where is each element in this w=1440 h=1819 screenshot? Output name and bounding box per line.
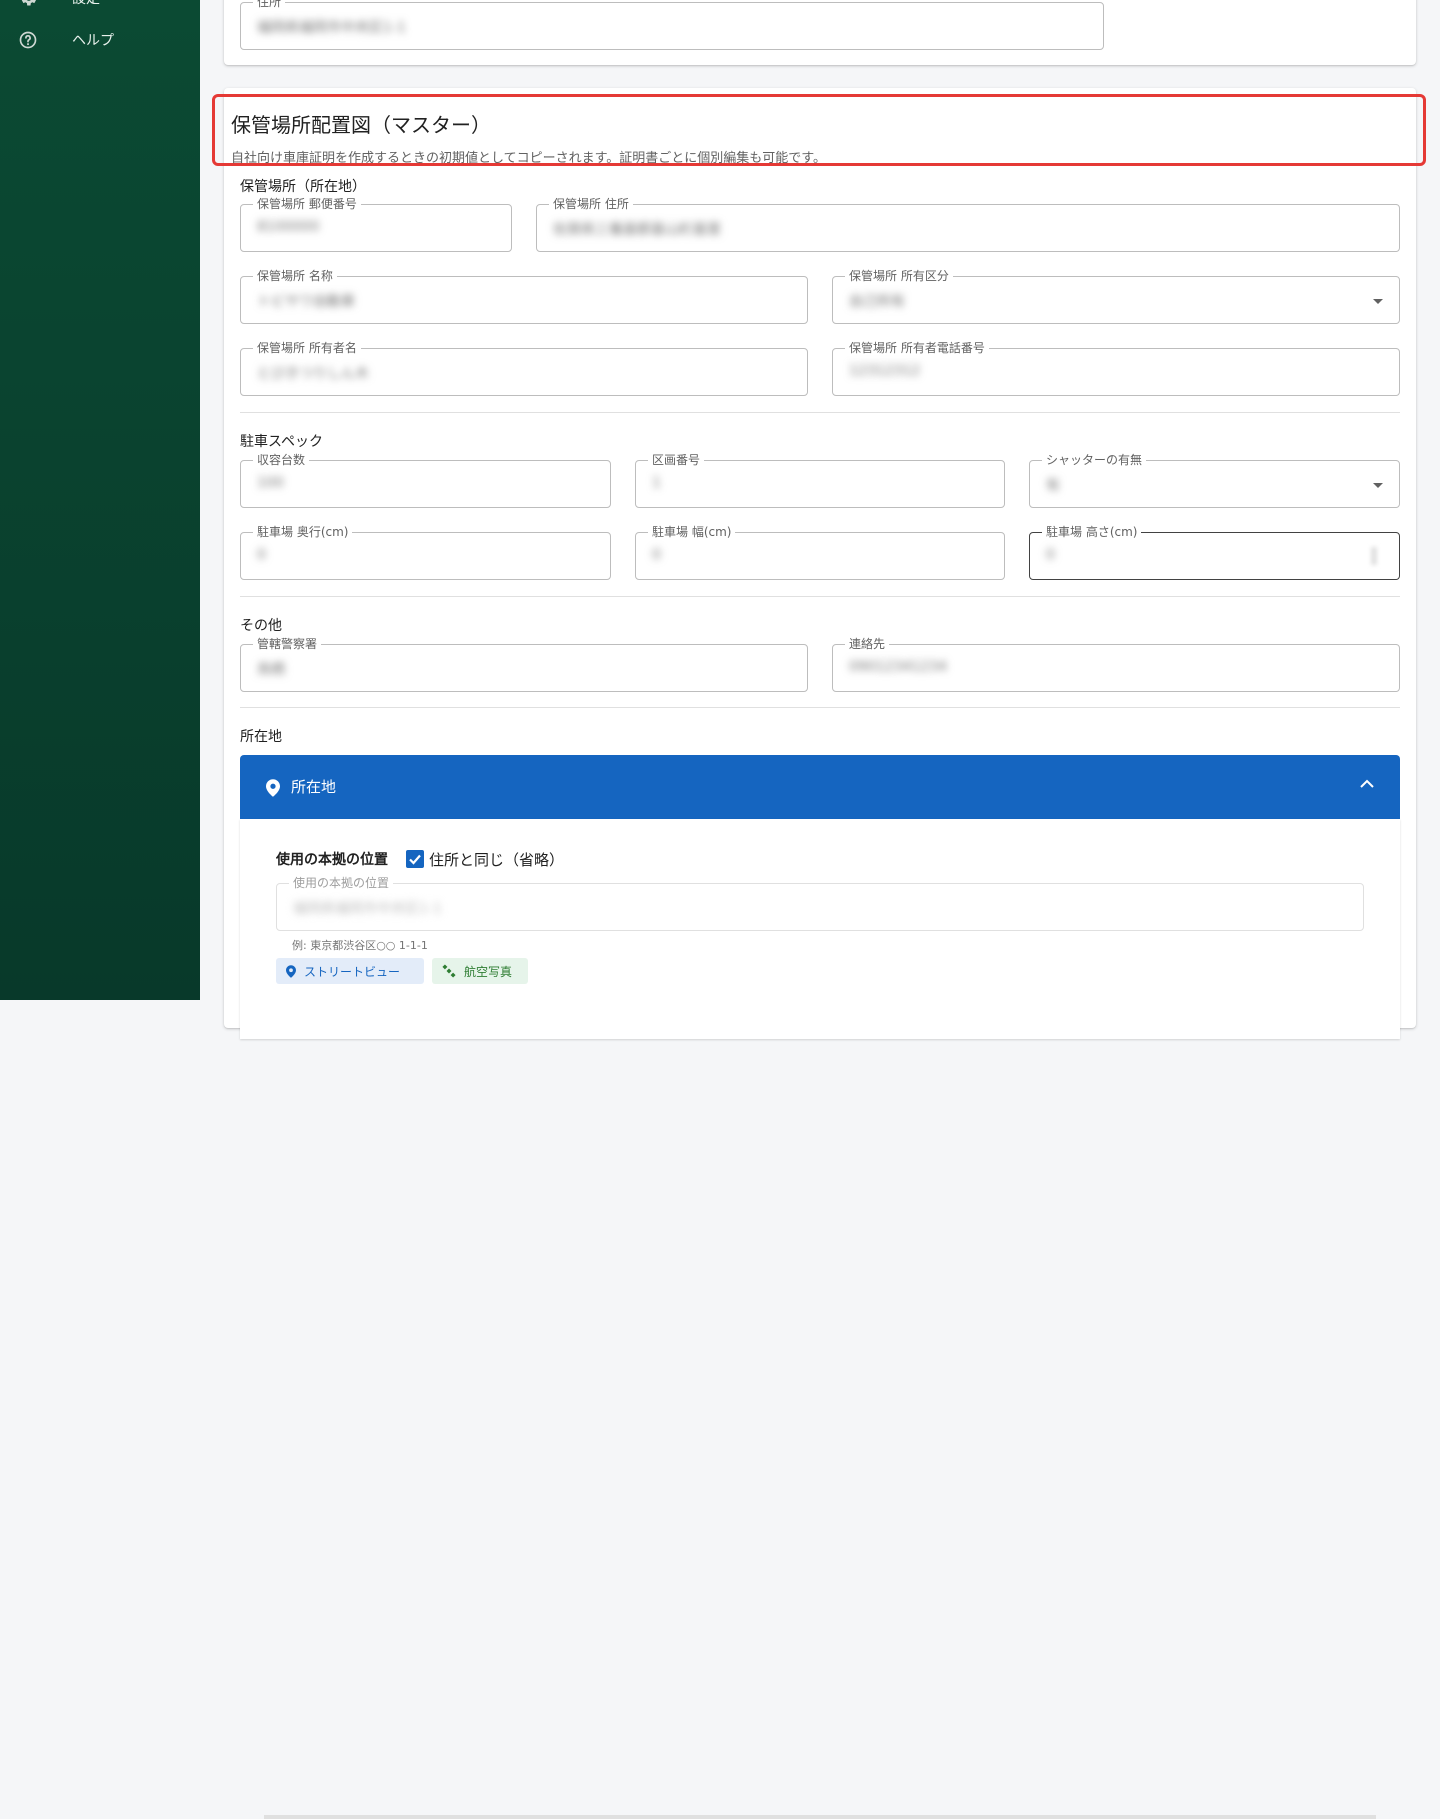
storage-name-input[interactable]: 保管場所 名称 トビサワ自動車 [240,269,808,324]
field-value: 鳥栖 [257,662,285,678]
sidebar-item-label: ヘルプ [72,33,114,49]
section-title: 保管場所配置図（マスター） [231,113,491,137]
field-label: 駐車場 幅(cm) [648,525,736,539]
field-label: 使用の本拠の位置 [289,876,394,890]
field-label: 保管場所 所有者名 [253,341,361,355]
help-circle-icon [19,31,37,49]
field-label: 保管場所 名称 [253,269,337,283]
contact-input[interactable]: 連絡先 09012341234 [832,637,1400,692]
depth-input[interactable]: 駐車場 奥行(cm) 0 [240,525,611,580]
panel-title: 所在地 [291,778,337,796]
chevron-up-icon[interactable] [1360,779,1374,789]
map-heading: 所在地 [240,729,282,745]
chevron-down-icon[interactable] [1373,483,1383,488]
divider [240,707,1400,708]
field-label: 住所 [253,0,286,9]
field-value: 09012341234 [849,659,947,675]
capacity-input[interactable]: 収容台数 100 [240,453,611,508]
owner-phone-input[interactable]: 保管場所 所有者電話番号 12312312 [832,341,1400,396]
field-label: 保管場所 所有者電話番号 [845,341,989,355]
example-hint: 例: 東京都渋谷区○○ 1-1-1 [292,939,428,952]
map-pin-icon [266,779,280,797]
field-label: 管轄警察署 [253,637,322,651]
ownership-select[interactable]: 保管場所 所有区分 自己所有 [832,269,1400,324]
field-label: 駐車場 高さ(cm) [1042,525,1142,539]
field-value: 福岡県福岡市中央区1-1 [257,20,406,36]
height-input[interactable]: 駐車場 高さ(cm) 0 [1029,525,1400,580]
field-label: シャッターの有無 [1042,453,1147,467]
postal-code-input[interactable]: 保管場所 郵便番号 8100000 [240,197,512,252]
police-station-input[interactable]: 管轄警察署 鳥栖 [240,637,808,692]
shutter-select[interactable]: シャッターの有無 有 [1029,453,1400,508]
same-as-address-label[interactable]: 住所と同じ（省略） [429,849,564,870]
field-value: トビサワ自動車 [257,294,355,310]
section-header-highlight: 保管場所配置図（マスター） 自社向け車庫証明を作成するときの初期値としてコピーさ… [212,94,1426,166]
field-label: 連絡先 [845,637,890,651]
chevron-down-icon[interactable] [1373,299,1383,304]
divider [240,412,1400,413]
field-label: 保管場所 郵便番号 [253,197,361,211]
storage-address-input[interactable]: 保管場所 住所 佐賀県三養基郡基山町基里 [536,197,1400,252]
field-value: 0 [257,547,266,563]
field-value: 有 [1046,478,1060,494]
field-value: 12312312 [849,363,921,379]
field-label: 収容台数 [253,453,310,467]
location-panel-header[interactable]: 所在地 [240,755,1400,819]
specs-heading: 駐車スペック [240,434,324,450]
field-value: 福岡県福岡市中央区1-1 [293,901,442,917]
field-value: 8100000 [257,219,320,235]
field-label: 区画番号 [648,453,705,467]
field-value: 1 [652,475,661,491]
check-icon [409,854,421,865]
section-description: 自社向け車庫証明を作成するときの初期値としてコピーされます。証明書ごとに個別編集… [231,151,827,166]
field-value: 自己所有 [849,294,905,310]
section-number-input[interactable]: 区画番号 1 [635,453,1005,508]
sidebar-item-label: 設定 [72,0,100,8]
street-view-button[interactable]: ストリートビュー [276,958,424,984]
map-pin-icon [286,964,296,978]
field-value: 0 [652,547,661,563]
street-view-label: ストリートビュー [304,964,401,979]
field-value: 0 [1046,547,1055,563]
gear-icon [21,0,36,6]
sidebar-item-help[interactable]: ヘルプ [0,20,200,60]
panel-scroll-edge [264,1815,1376,1819]
sidebar-item-settings[interactable]: 設定 [0,0,200,18]
storage-location-card: 保管場所配置図（マスター） 自社向け車庫証明を作成するときの初期値としてコピーさ… [212,88,1426,1819]
location-panel-body: 使用の本拠の位置 住所と同じ（省略） 使用の本拠の位置 福岡県福岡市中央区1-1… [240,819,1400,1819]
main-content: 住所 福岡県福岡市中央区1-1 保管場所配置図（マスター） 自社向け車庫証明を作… [200,0,1440,1819]
field-value: 佐賀県三養基郡基山町基里 [553,222,721,238]
field-value: とびきつりしん木 [257,366,369,382]
aerial-photo-label: 航空写真 [464,964,513,979]
number-stepper[interactable] [1371,547,1377,565]
owner-name-input[interactable]: 保管場所 所有者名 とびきつりしん木 [240,341,808,396]
divider [240,596,1400,597]
sidebar: 設定 ヘルプ [0,0,200,1000]
base-location-input[interactable]: 使用の本拠の位置 福岡県福岡市中央区1-1 [276,876,1364,931]
width-input[interactable]: 駐車場 幅(cm) 0 [635,525,1005,580]
address-input[interactable]: 住所 福岡県福岡市中央区1-1 [240,0,1104,50]
field-label: 保管場所 所有区分 [845,269,953,283]
field-value: 100 [257,475,284,491]
address-card: 住所 福岡県福岡市中央区1-1 [224,0,1416,65]
base-location-label: 使用の本拠の位置 [276,852,388,868]
location-heading: 保管場所（所在地） [240,179,366,195]
field-label: 駐車場 奥行(cm) [253,525,353,539]
field-label: 保管場所 住所 [549,197,633,211]
other-heading: その他 [240,618,282,634]
aerial-photo-button[interactable]: 航空写真 [432,958,528,984]
satellite-icon [442,964,456,978]
same-as-address-checkbox[interactable] [406,850,424,868]
